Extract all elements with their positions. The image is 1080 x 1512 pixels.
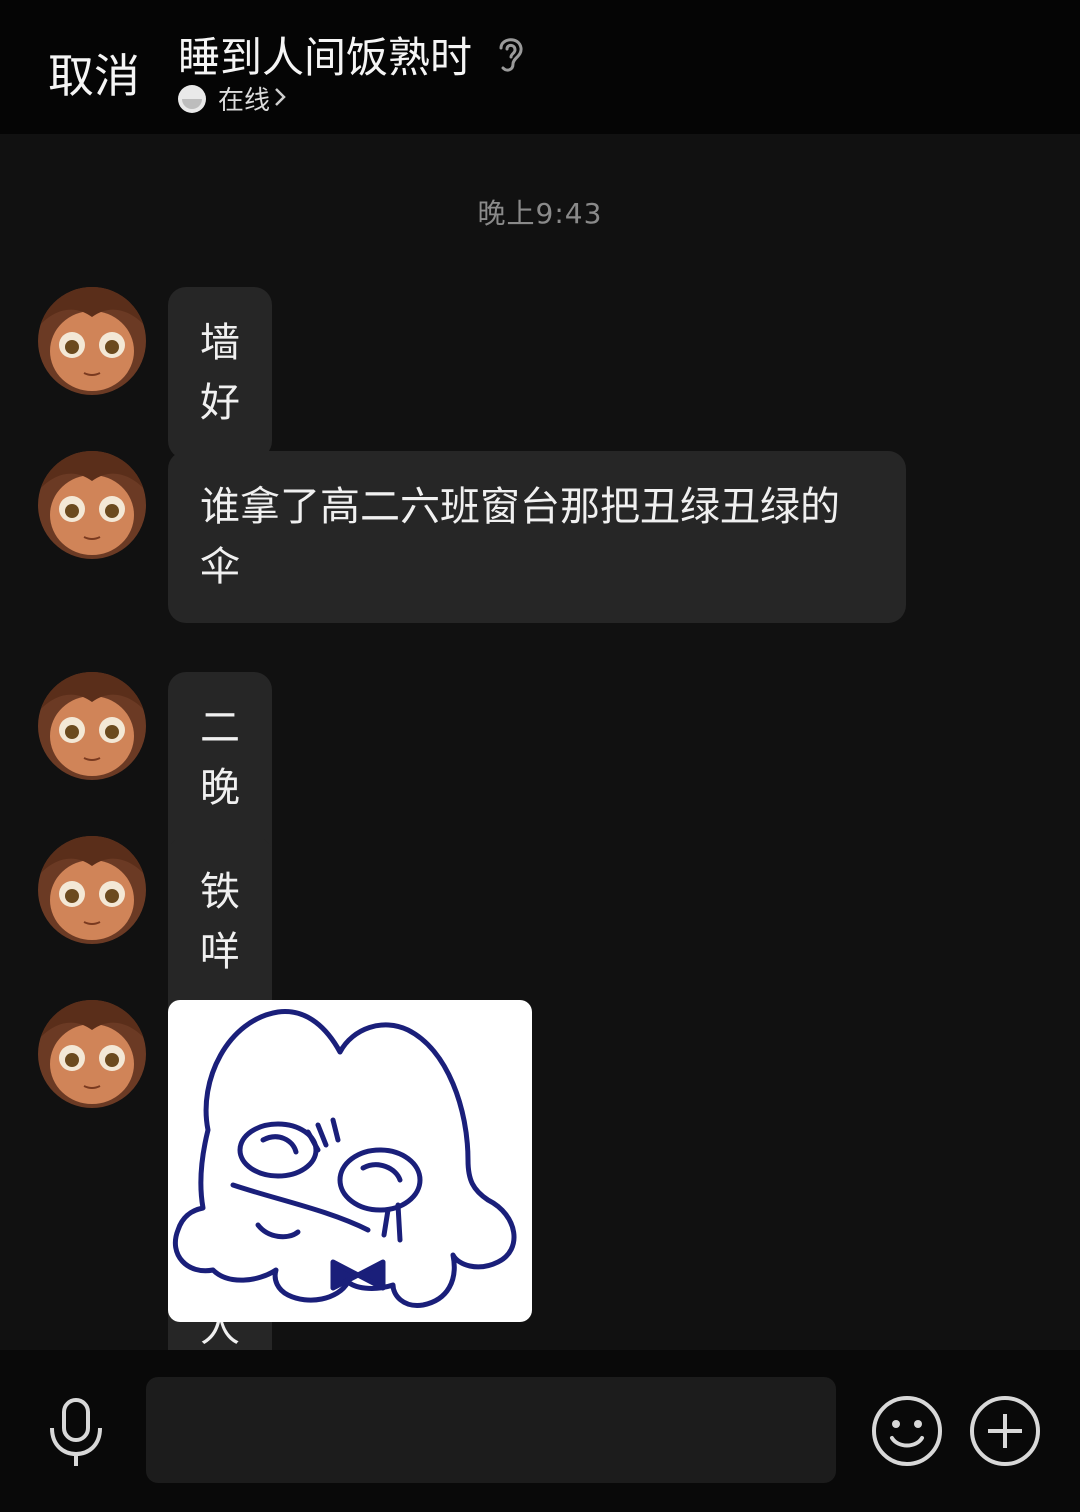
microphone-icon[interactable] [46,1396,106,1474]
message-input[interactable] [146,1377,836,1483]
message-bubble[interactable]: 墙好 [168,287,272,459]
plus-circle-icon[interactable] [968,1394,1042,1472]
ear-icon[interactable] [493,32,527,78]
message-timestamp: 晚上9:43 [477,197,603,230]
message-bubble[interactable]: 铁咩 [168,836,272,1008]
status-label: 在线 [218,86,271,116]
contact-name: 睡到人间饭熟时 [178,33,473,82]
avatar[interactable] [38,1000,146,1108]
online-status[interactable]: 在线 [178,80,286,117]
avatar[interactable] [38,451,146,559]
chat-title-area[interactable]: 睡到人间饭熟时 [178,24,527,85]
smiley-face-icon[interactable] [870,1394,944,1472]
cancel-button[interactable]: 取消 [48,40,140,106]
chat-header: 取消 睡到人间饭熟时 在线 [0,0,1080,134]
avatar[interactable] [38,672,146,780]
chevron-right-icon [274,87,286,111]
message-bubble[interactable]: 谁拿了高二六班窗台那把丑绿丑绿的伞 [168,451,906,623]
avatar[interactable] [38,836,146,944]
status-avatar [178,84,206,113]
avatar[interactable] [38,287,146,395]
crying-cartoon-sticker[interactable] [168,1000,532,1322]
input-bar [0,1350,1080,1512]
